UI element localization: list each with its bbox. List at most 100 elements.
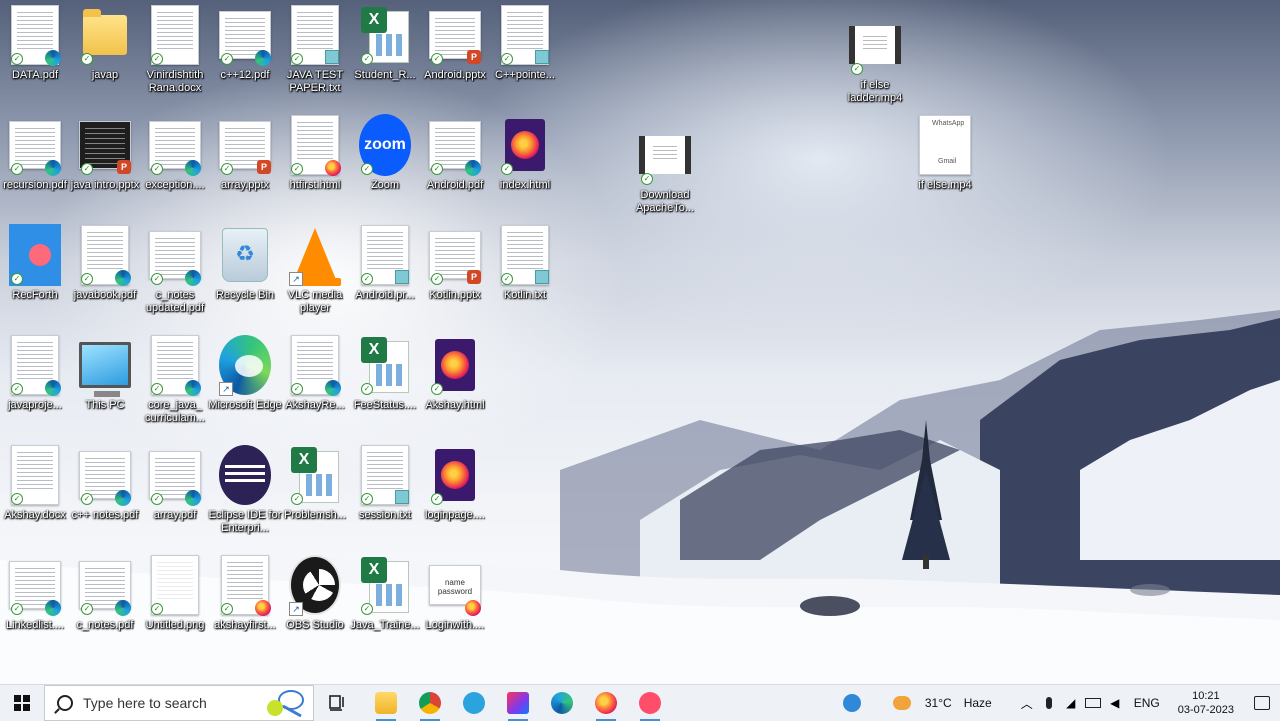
speaker-icon: ◀: [1110, 696, 1120, 710]
desktop-icon-cpp-notes-pdf[interactable]: ✓ c++ notes.pdf: [68, 444, 142, 522]
desktop-icon-vinirdishtith-docx[interactable]: ✓ Vinirdishtith Rana.docx: [138, 4, 212, 95]
desktop-icon-akshay-html[interactable]: ✓ Akshay.html: [418, 334, 492, 412]
desktop-icon-akshayre[interactable]: ✓ AkshayRe...: [278, 334, 352, 412]
sync-check-icon: ✓: [431, 53, 443, 65]
desktop-icon-java-trainer[interactable]: X ✓ Java_Traine...: [348, 554, 422, 632]
help-button[interactable]: [832, 685, 872, 721]
taskbar-intellij[interactable]: [496, 685, 540, 721]
desktop-icon-javap-folder[interactable]: ✓ javap: [68, 4, 142, 82]
taskbar-firefox[interactable]: [584, 685, 628, 721]
desktop-icon-core-java-curriculam[interactable]: ✓ core_java_ curriculam...: [138, 334, 212, 425]
taskbar-chrome[interactable]: [408, 685, 452, 721]
sync-check-icon: ✓: [431, 383, 443, 395]
show-hidden-icons-button[interactable]: ︿: [1016, 685, 1038, 721]
desktop-icon-loginpage[interactable]: ✓ loginpage....: [418, 444, 492, 522]
language-indicator[interactable]: ENG: [1126, 685, 1168, 721]
firefox-icon: [595, 692, 617, 714]
text-file-icon: [535, 270, 549, 284]
desktop-icon-this-pc[interactable]: This PC: [68, 334, 142, 412]
desktop-icon-kotlin-pptx[interactable]: P ✓ Kotlin.pptx: [418, 224, 492, 302]
sync-check-icon: ✓: [151, 493, 163, 505]
windows-logo-icon: [14, 695, 30, 711]
desktop-icon-javabook-pdf[interactable]: ✓ javabook.pdf: [68, 224, 142, 302]
desktop-icon-eclipse-ide[interactable]: Eclipse IDE for Enterpri...: [208, 444, 282, 535]
clock[interactable]: 10:21 03-07-2023: [1168, 685, 1244, 721]
taskbar-search-box[interactable]: Type here to search: [44, 685, 314, 721]
desktop-icon-array-pptx[interactable]: P ✓ array.pptx: [208, 114, 282, 192]
desktop-icon-android-pptx[interactable]: P ✓ Android.pptx: [418, 4, 492, 82]
weather-description: Haze: [963, 696, 992, 710]
desktop-icon-student-r-xlsx[interactable]: X ✓ Student_R...: [348, 4, 422, 82]
desktop-icon-microsoft-edge[interactable]: ↗ Microsoft Edge: [208, 334, 282, 412]
notifications-button[interactable]: [1244, 685, 1280, 721]
taskbar-telegram[interactable]: [452, 685, 496, 721]
desktop-icon-index-html[interactable]: ✓ index.html: [488, 114, 562, 192]
taskbar-edge[interactable]: [540, 685, 584, 721]
sync-check-icon: ✓: [11, 383, 23, 395]
desktop-icon-loginwith[interactable]: name password Loginwith....: [418, 554, 492, 632]
network-button[interactable]: ◢: [1060, 685, 1082, 721]
desktop-icon-untitled-png[interactable]: ✓ Untitled.png: [138, 554, 212, 632]
microphone-button[interactable]: [1038, 685, 1060, 721]
desktop-icon-javaproject[interactable]: ✓ javaproje...: [0, 334, 72, 412]
search-icon: [57, 695, 73, 711]
desktop-icon-feestatus[interactable]: X ✓ FeeStatus....: [348, 334, 422, 412]
task-view-button[interactable]: [316, 685, 360, 721]
chevron-up-icon: ︿: [1020, 696, 1033, 711]
edge-icon: [185, 270, 201, 286]
desktop-icon-if-else-ladder-mp4[interactable]: ✓ if else ladder.mp4: [838, 14, 912, 105]
desktop-icon-session-txt[interactable]: ✓ session.txt: [348, 444, 422, 522]
desktop-icon-c-notes-pdf[interactable]: ✓ c_notes.pdf: [68, 554, 142, 632]
desktop-icon-java-intro-pptx[interactable]: P ✓ java intro.pptx: [68, 114, 142, 192]
desktop-icon-android-pdf[interactable]: ✓ Android.pdf: [418, 114, 492, 192]
desktop-icon-recursion-pdf[interactable]: ✓ recursion.pdf: [0, 114, 72, 192]
desktop-icon-recycle-bin[interactable]: Recycle Bin: [208, 224, 282, 302]
text-file-icon: [535, 50, 549, 64]
desktop-icon-android-pr[interactable]: ✓ Android.pr...: [348, 224, 422, 302]
battery-button[interactable]: [1082, 685, 1104, 721]
taskbar-recorder[interactable]: [628, 685, 672, 721]
start-button[interactable]: [0, 685, 44, 721]
sync-check-icon: ✓: [291, 383, 303, 395]
taskbar-file-explorer[interactable]: [364, 685, 408, 721]
desktop-icon-kotlin-txt[interactable]: ✓ Kotlin.txt: [488, 224, 562, 302]
desktop-icon-cpp12-pdf[interactable]: ✓ c++12.pdf: [208, 4, 282, 82]
firefox-icon: [325, 160, 341, 176]
desktop-icon-akshay-docx[interactable]: ✓ Akshay.docx: [0, 444, 72, 522]
desktop-icon-download-apache[interactable]: ✓ Download ApacheTo...: [628, 124, 702, 215]
firefox-html-icon: [435, 449, 475, 501]
desktop-icon-array-pdf[interactable]: ✓ array.pdf: [138, 444, 212, 522]
sync-check-icon: ✓: [151, 163, 163, 175]
desktop-icon-c-notes-updated-pdf[interactable]: ✓ c_notes updated.pdf: [138, 224, 212, 315]
desktop-icon-problemsh[interactable]: X ✓ Problemsh...: [278, 444, 352, 522]
desktop-icon-exception[interactable]: ✓ exception....: [138, 114, 212, 192]
shortcut-arrow-icon: ↗: [289, 272, 303, 286]
whatsapp-thumb-text: WhatsApp: [932, 120, 965, 127]
taskbar: Type here to search 31°C Haze ︿ ◢ ◀ ENG …: [0, 684, 1280, 721]
sync-check-icon: ✓: [361, 53, 373, 65]
sync-check-icon: ✓: [11, 273, 23, 285]
edge-icon: [45, 380, 61, 396]
volume-button[interactable]: ◀: [1104, 685, 1126, 721]
edge-icon: [115, 270, 131, 286]
desktop-icon-data-pdf[interactable]: ✓ DATA.pdf: [0, 4, 72, 82]
desktop-icon-zoom[interactable]: zoom ✓ Zoom: [348, 114, 422, 192]
file-explorer-icon: [375, 692, 397, 714]
sync-check-icon: ✓: [151, 383, 163, 395]
desktop-icon-linkedlist[interactable]: ✓ Linkedlist....: [0, 554, 72, 632]
desktop-icon-akshayfirst[interactable]: ✓ akshayfirst...: [208, 554, 282, 632]
edge-icon: [45, 50, 61, 66]
desktop-icon-htfirst-html[interactable]: ✓ htfirst.html: [278, 114, 352, 192]
sync-check-icon: ✓: [81, 493, 93, 505]
weather-widget[interactable]: 31°C Haze: [889, 685, 1002, 721]
desktop-icon-cpp-pointer[interactable]: ✓ C++pointe...: [488, 4, 562, 82]
desktop-icon-if-else-mp4[interactable]: WhatsApp Gmail if else.mp4: [908, 114, 982, 192]
desktop-icon-vlc[interactable]: ↗ VLC media player: [278, 224, 352, 315]
desktop-icon-java-test-paper-txt[interactable]: ✓ JAVA TEST PAPER.txt: [278, 4, 352, 95]
desktop-icon-recforth[interactable]: ✓ RecForth: [0, 224, 72, 302]
desktop-icon-obs-studio[interactable]: ↗ OBS Studio: [278, 554, 352, 632]
clock-date: 03-07-2023: [1177, 704, 1234, 716]
sync-check-icon: ✓: [151, 273, 163, 285]
folder-icon: [83, 9, 127, 55]
firefox-icon: [465, 600, 481, 616]
